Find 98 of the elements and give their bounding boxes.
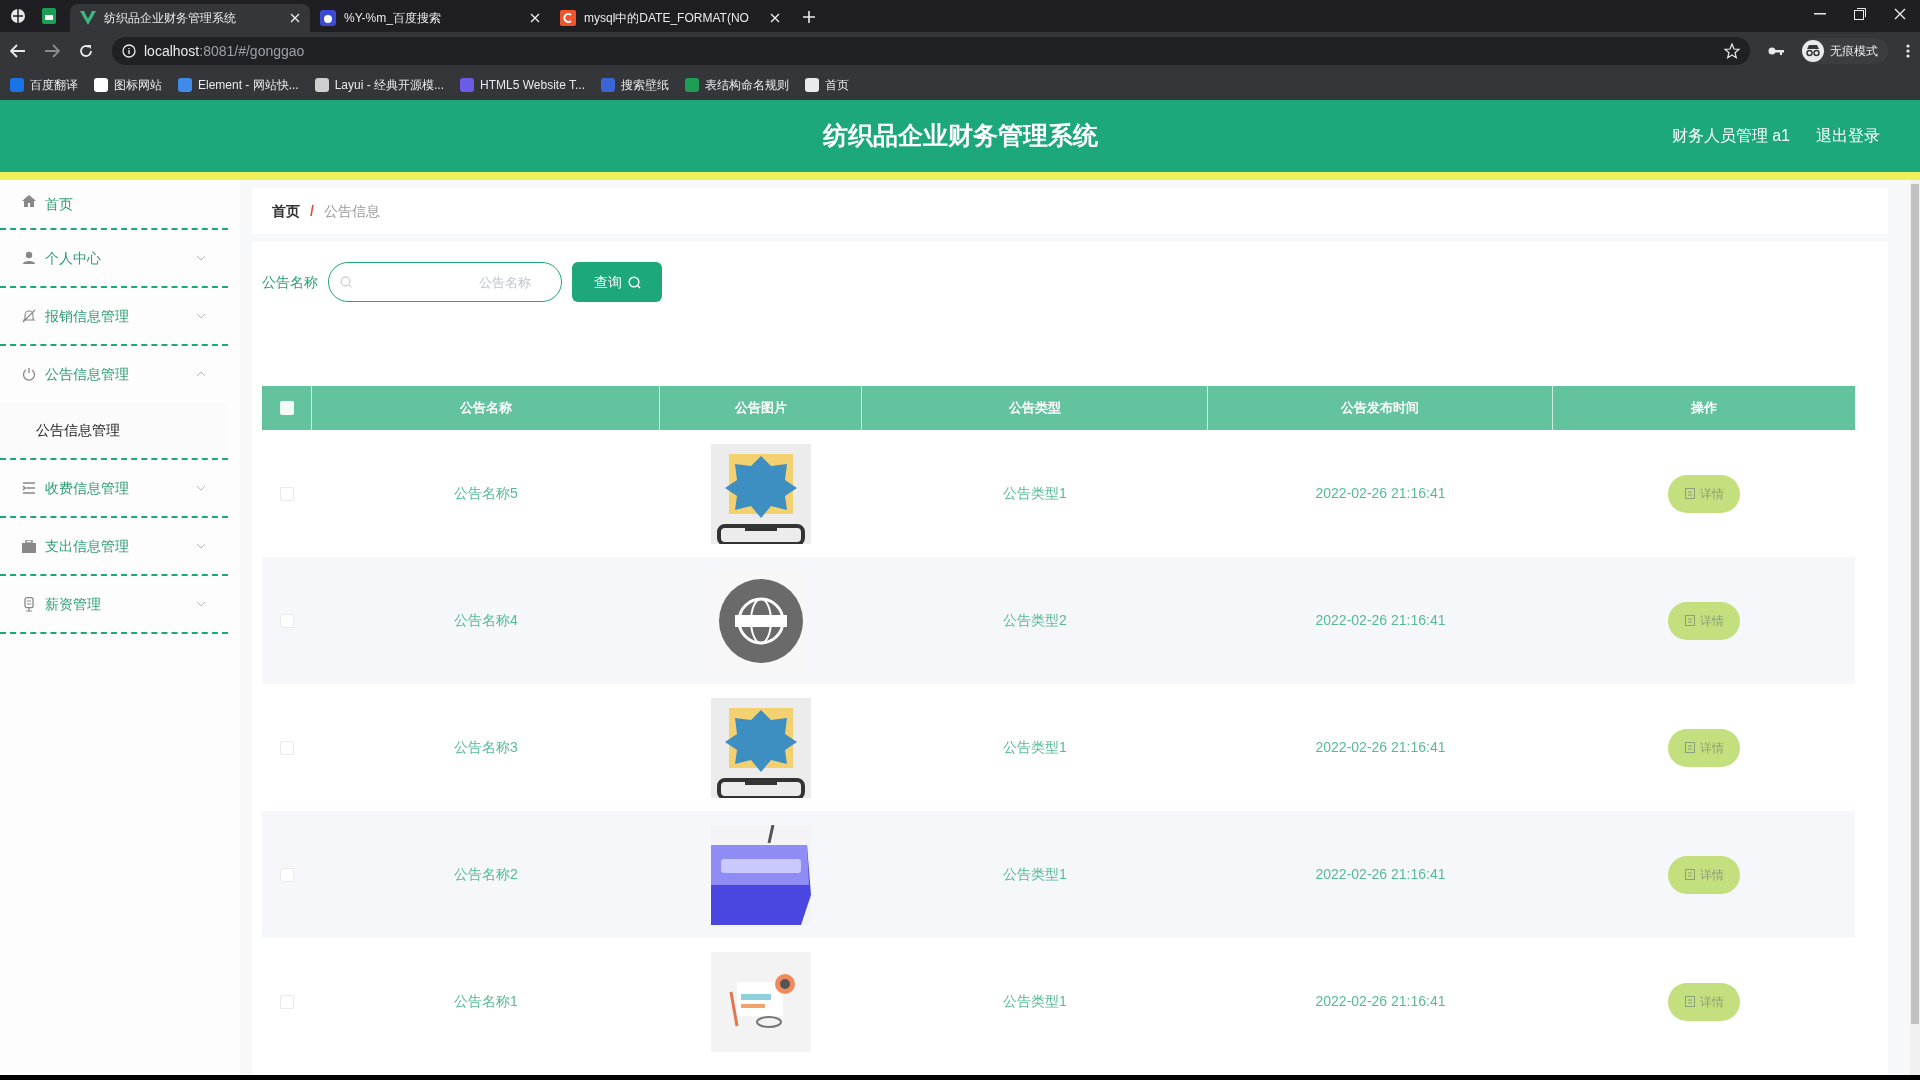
close-icon[interactable] [530,13,540,23]
info-icon[interactable] [122,44,136,58]
new-tab-icon[interactable] [802,10,816,24]
reload-icon[interactable] [78,43,94,59]
tab-favicon-icon [320,10,336,26]
table-cell-text: 2022-02-26 21:16:41 [1314,992,1447,1011]
tab-title: 纺织品企业财务管理系统 [104,10,237,27]
browser-tab[interactable]: 纺织品企业财务管理系统 [70,4,310,32]
tab-favicon-icon [560,10,576,26]
browser-tab[interactable]: mysql中的DATE_FORMAT(NO [550,4,790,32]
sidebar-menu-item[interactable]: 薪资管理 [0,576,228,632]
bookmark-favicon-icon [460,78,475,92]
bookmark[interactable]: Element - 网站快... [178,76,299,94]
scrollbar-thumb[interactable] [1911,184,1919,1024]
table-cell-text: 公告名称4 [453,611,519,630]
document-icon [1684,742,1695,753]
sheet-icon[interactable] [42,8,56,24]
table-cell-text: 公告名称5 [453,484,519,503]
globe-icon[interactable] [10,8,26,24]
table-cell-text: 2022-02-26 21:16:41 [1314,611,1447,630]
document-icon [1684,488,1695,499]
menu-item-icon [21,482,37,494]
column-header: 操作 [1690,399,1718,418]
sidebar-menu-item[interactable]: 公告信息管理 [0,346,228,402]
menu-item-icon [21,539,37,553]
menu-label: 支出信息管理 [45,536,129,556]
minimize-icon[interactable] [1814,13,1826,15]
bookmark[interactable]: 表结构命名规则 [685,76,789,94]
menu-label: 报销信息管理 [45,306,129,326]
bookmark-favicon-icon [601,78,615,92]
close-icon[interactable] [290,13,300,23]
menu-label: 个人中心 [45,248,101,268]
menu-item-icon [21,309,37,323]
bookmark-favicon-icon [178,78,192,92]
bookmark[interactable]: HTML5 Website T... [460,76,585,94]
table-cell-text: 公告类型1 [1002,865,1068,884]
menu-item-icon [21,596,37,612]
table-cell-text: 公告类型1 [1002,992,1068,1011]
menu-label: 薪资管理 [45,594,101,614]
star-icon[interactable] [1724,43,1740,59]
select-all-checkbox[interactable] [279,401,294,415]
table-cell-text: 公告名称3 [453,738,519,757]
tab-title: mysql中的DATE_FORMAT(NO [584,10,750,27]
user-name: 财务人员管理 a1 [1671,126,1790,146]
table-cell-text: 公告名称2 [453,865,519,884]
table-cell-text: 公告类型1 [1002,738,1068,757]
close-icon[interactable] [1894,8,1906,20]
bookmark[interactable]: Layui - 经典开源模... [314,76,445,94]
table-cell-text: 公告名称1 [453,992,519,1011]
menu-label: 收费信息管理 [45,478,129,498]
menu-icon[interactable] [1906,44,1910,58]
table-cell-text: 2022-02-26 21:16:41 [1314,738,1447,757]
address-bar[interactable]: localhost:8081/#/gonggao [112,37,1750,65]
menu-label: 首页 [45,195,73,214]
url-text: localhost:8081/#/gonggao [144,41,305,61]
incognito-icon [1802,40,1824,62]
sidebar-menu-item[interactable]: 个人中心 [0,230,228,286]
bookmark-favicon-icon [805,78,819,92]
menu-item-icon [21,367,37,381]
bookmark-favicon-icon [10,78,24,92]
app-title: 纺织品企业财务管理系统 [822,120,1098,152]
bookmark[interactable]: 搜索壁纸 [601,76,669,94]
back-icon[interactable] [10,44,26,58]
search-icon [340,276,352,288]
menu-item-icon [21,194,37,208]
bookmark[interactable]: 图标网站 [94,76,162,94]
field-label: 公告名称 [262,272,318,292]
document-icon [1684,869,1695,880]
breadcrumb-link[interactable]: 首页 [272,200,300,222]
forward-icon[interactable] [44,44,60,58]
breadcrumb-separator: / [310,201,314,221]
profile-button[interactable]: 无痕模式 [1802,38,1888,64]
table-cell-text: 2022-02-26 21:16:41 [1314,484,1447,503]
sidebar-menu-item[interactable]: 报销信息管理 [0,288,228,344]
bookmark-favicon-icon [94,78,108,92]
restore-icon[interactable] [1854,8,1866,20]
bookmark[interactable]: 首页 [805,76,849,94]
menu-item-icon [21,251,37,265]
tab-title: %Y-%m_百度搜索 [344,10,442,27]
bookmark-favicon-icon [685,78,699,92]
sidebar-menu-item[interactable]: 首页 [0,182,228,228]
table-cell-text: 公告类型1 [1002,484,1068,503]
search-field[interactable]: 公告名称 [328,262,562,302]
menu-label: 公告信息管理 [45,364,129,384]
bookmark-favicon-icon [314,78,329,92]
sidebar-menu-item[interactable]: 收费信息管理 [0,460,228,516]
tab-favicon-icon [80,11,96,25]
table-cell-text: 2022-02-26 21:16:41 [1314,865,1447,884]
document-icon [1684,615,1695,626]
key-icon[interactable] [1768,46,1784,56]
close-icon[interactable] [770,13,780,23]
table-cell-text: 公告类型2 [1002,611,1068,630]
search-icon [627,275,641,289]
bookmark[interactable]: 百度翻译 [10,76,78,94]
browser-tab[interactable]: %Y-%m_百度搜索 [310,4,550,32]
sidebar-menu-item[interactable]: 支出信息管理 [0,518,228,574]
document-icon [1684,996,1695,1007]
breadcrumb-current: 公告信息 [323,201,380,221]
